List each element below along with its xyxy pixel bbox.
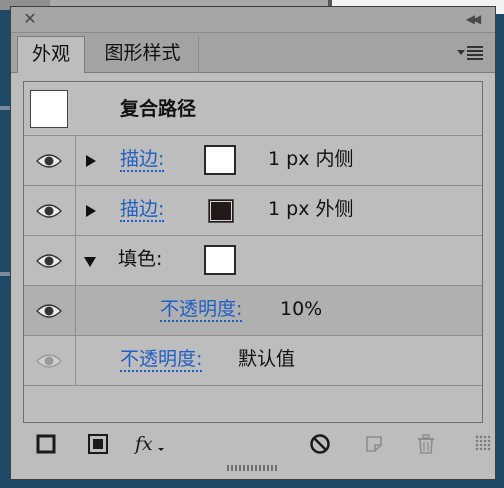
stroke-value: 1 px 内侧: [268, 148, 354, 170]
stroke-value: 1 px 外侧: [268, 198, 354, 220]
object-type-label: 复合路径: [120, 98, 197, 120]
stroke-row[interactable]: 描边: 1 px 外侧: [24, 186, 482, 236]
fx-icon[interactable]: fx: [133, 433, 167, 455]
collapse-panel-icon[interactable]: ◀◀: [461, 11, 483, 27]
opacity-link[interactable]: 不透明度:: [120, 348, 203, 372]
fill-row[interactable]: 填色:: [24, 236, 482, 286]
appearance-panel: ✕ ◀◀ 外观 图形样式 复合路径 描边: 1 px 内侧 描边: 1 px 外…: [10, 6, 496, 480]
object-thumbnail: [30, 90, 68, 128]
opacity-link[interactable]: 不透明度:: [160, 298, 243, 322]
opacity-value: 10%: [280, 298, 323, 320]
delete-item-icon: [418, 434, 434, 454]
stroke-color-swatch[interactable]: [208, 199, 234, 223]
visibility-cell[interactable]: [24, 136, 76, 185]
panel-footer-toolbar: fx: [11, 427, 495, 461]
eye-icon[interactable]: [36, 203, 62, 219]
fill-color-swatch[interactable]: [204, 245, 236, 275]
clear-appearance-icon[interactable]: [309, 433, 331, 455]
eye-icon-disabled: [36, 354, 62, 368]
header-row[interactable]: 复合路径: [24, 82, 482, 136]
eye-icon[interactable]: [36, 253, 62, 269]
expand-triangle-icon[interactable]: [86, 205, 96, 217]
expand-triangle-icon[interactable]: [86, 155, 96, 167]
panel-menu-icon[interactable]: [457, 45, 485, 61]
visibility-cell[interactable]: [24, 186, 76, 235]
resize-grip-icon[interactable]: [475, 435, 491, 451]
close-icon[interactable]: ✕: [21, 10, 39, 28]
tab-appearance[interactable]: 外观: [17, 36, 85, 73]
add-fill-icon[interactable]: [87, 433, 109, 455]
stroke-color-swatch[interactable]: [204, 145, 236, 175]
stroke-link[interactable]: 描边:: [120, 198, 165, 222]
panel-tab-row: 外观 图形样式: [11, 33, 495, 73]
stroke-row[interactable]: 描边: 1 px 内侧: [24, 136, 482, 186]
svg-text:fx: fx: [133, 433, 153, 455]
eye-icon[interactable]: [36, 153, 62, 169]
object-opacity-row[interactable]: 不透明度: 默认值: [24, 336, 482, 386]
fill-opacity-row[interactable]: 不透明度: 10%: [24, 286, 482, 336]
panel-titlebar[interactable]: ✕ ◀◀: [11, 7, 495, 33]
stroke-link[interactable]: 描边:: [120, 148, 165, 172]
eye-icon[interactable]: [36, 303, 62, 319]
duplicate-item-icon: [366, 436, 382, 452]
appearance-list: 复合路径 描边: 1 px 内侧 描边: 1 px 外侧 填色: 不透明度: 1…: [23, 81, 483, 423]
visibility-cell[interactable]: [24, 236, 76, 285]
add-stroke-icon[interactable]: [35, 433, 57, 455]
collapse-triangle-icon[interactable]: [84, 257, 96, 267]
fill-label: 填色:: [118, 248, 163, 270]
visibility-cell[interactable]: [24, 336, 76, 385]
panel-grip-handle[interactable]: [227, 465, 277, 471]
opacity-value: 默认值: [238, 348, 296, 370]
tab-graphic-styles[interactable]: 图形样式: [87, 36, 199, 73]
visibility-cell[interactable]: [24, 286, 76, 335]
